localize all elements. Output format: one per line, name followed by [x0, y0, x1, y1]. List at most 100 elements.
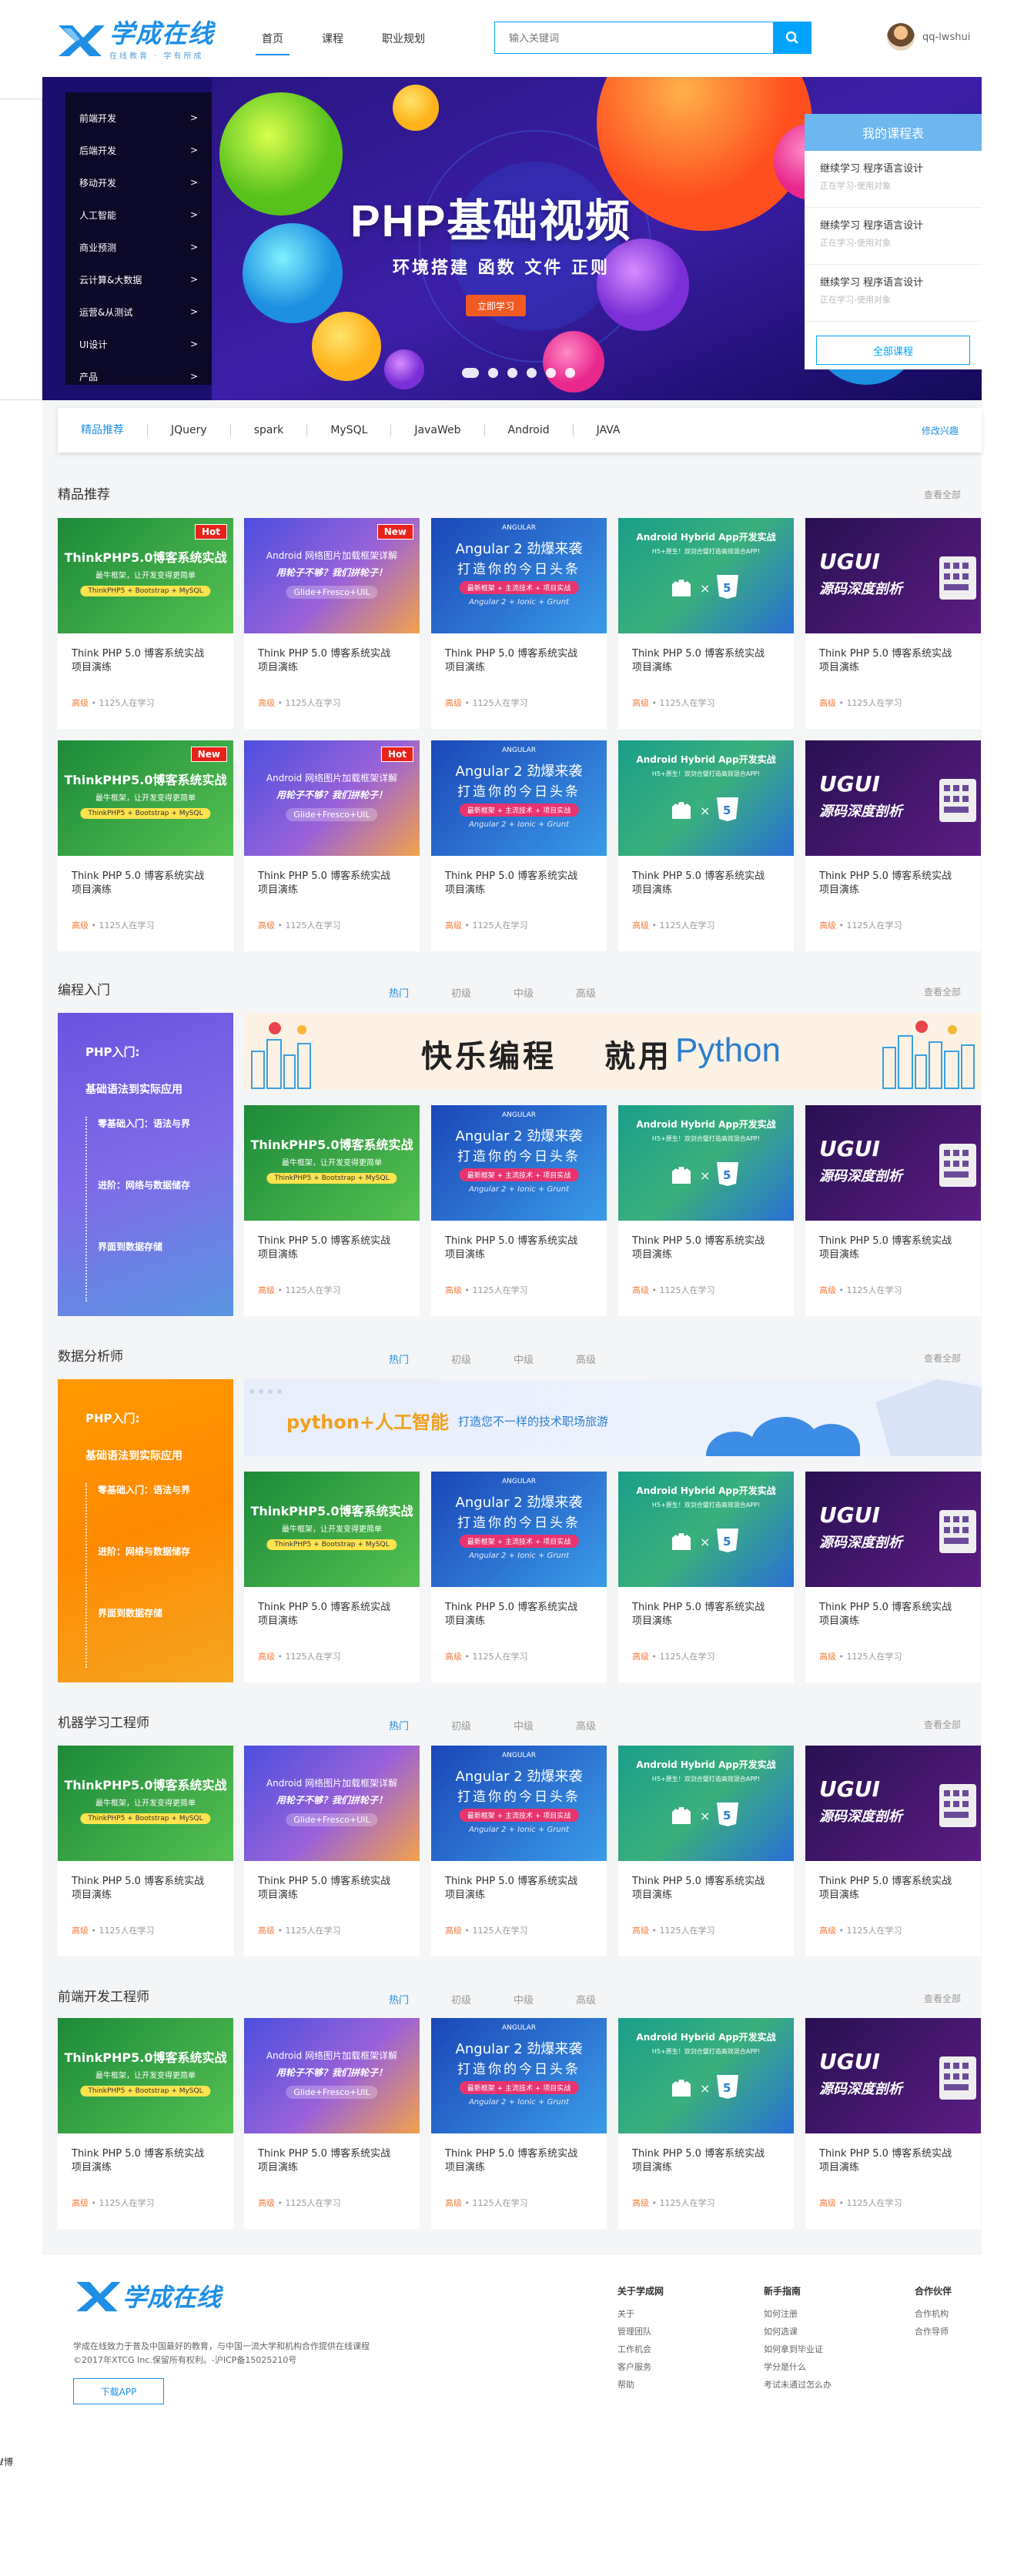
view-all-link[interactable]: 查看全部: [924, 1351, 961, 1365]
carousel-dot[interactable]: [462, 368, 479, 378]
course-card[interactable]: ThinkPHP5.0博客系统实战 最牛框架，让开发变得更简单 ThinkPHP5 …: [58, 1746, 233, 1956]
footer-link[interactable]: 合作导师: [915, 2323, 952, 2340]
promo-card-programming[interactable]: PHP入门: 基础语法到实际应用 零基础入门：语法与界 进阶：网络与数据储存 界…: [58, 1013, 233, 1316]
side-menu-item[interactable]: 前端开发 >: [65, 102, 212, 134]
side-menu-item[interactable]: 云计算&大数据 >: [65, 263, 212, 296]
course-card[interactable]: Android Hybrid App开发实战 H5+原生！双剑合璧打造高效混合AP…: [618, 2018, 794, 2229]
footer-link[interactable]: 如何注册: [764, 2305, 832, 2323]
tab-mysql[interactable]: MySQL: [306, 424, 390, 436]
promo-card-data-analyst[interactable]: PHP入门: 基础语法到实际应用 零基础入门：语法与界 进阶：网络与数据储存 界…: [58, 1379, 233, 1682]
course-card[interactable]: Android Hybrid App开发实战 H5+原生！双剑合璧打造高效混合AP…: [618, 740, 794, 951]
course-card[interactable]: ThinkPHP5.0博客系统实战 最牛框架，让开发变得更简单 ThinkPHP5 …: [58, 2018, 233, 2229]
carousel-dot[interactable]: [565, 368, 575, 378]
tab-intermediate[interactable]: 中级: [514, 1351, 534, 1366]
view-all-link[interactable]: 查看全部: [924, 1992, 961, 2005]
banner-learn-button[interactable]: 立即学习: [466, 295, 526, 316]
course-card[interactable]: UGUI 源码深度剖析 Think PHP 5.0 博客系统实战 项目演练 高级 •…: [805, 1105, 981, 1316]
side-menu-item[interactable]: 商业预测 >: [65, 231, 212, 263]
carousel-dot[interactable]: [488, 368, 498, 378]
tab-jquery[interactable]: JQuery: [147, 424, 230, 436]
tab-android[interactable]: Android: [484, 424, 573, 436]
course-card[interactable]: Android 网络图片加载框架详解 用轮子不够？我们拼轮子！ Glide+Fres…: [244, 2018, 420, 2229]
side-menu-item[interactable]: UI设计 >: [65, 328, 212, 360]
course-card[interactable]: UGUI 源码深度剖析 Think PHP 5.0 博客系统实战 项目演练 高级 •…: [805, 1746, 981, 1956]
footer-link[interactable]: 管理团队: [617, 2323, 664, 2340]
footer-link[interactable]: 帮助: [617, 2376, 664, 2394]
tab-hot[interactable]: 热门: [389, 1351, 409, 1366]
course-card[interactable]: Android 网络图片加载框架详解 用轮子不够？我们拼轮子！ Glide+Fres…: [244, 1746, 420, 1956]
nav-courses[interactable]: 课程: [322, 22, 343, 55]
tab-beginner[interactable]: 初级: [451, 1351, 471, 1366]
my-course-item[interactable]: 继续学习 程序语言设计 正在学习-使用对象: [805, 265, 982, 322]
course-card[interactable]: Android Hybrid App开发实战 H5+原生！双剑合璧打造高效混合AP…: [618, 1105, 794, 1316]
course-card[interactable]: Android 网络图片加载框架详解 用轮子不够？我们拼轮子！ Glide+Fres…: [244, 740, 420, 951]
footer-link[interactable]: 客户服务: [617, 2358, 664, 2376]
all-courses-button[interactable]: 全部课程: [816, 336, 970, 365]
course-card[interactable]: ANGULAR Angular 2 劲爆来袭 打造你的今日头条 最新框架 + 主流技术…: [431, 2018, 607, 2229]
course-card[interactable]: UGUI 源码深度剖析 Think PHP 5.0 博客系统实战 项目演练 高级 •…: [805, 740, 981, 951]
footer-link[interactable]: 关于: [617, 2305, 664, 2323]
edit-interests-link[interactable]: 修改兴趣: [922, 424, 959, 437]
tab-beginner[interactable]: 初级: [451, 985, 471, 1000]
tab-advanced[interactable]: 高级: [576, 1351, 596, 1366]
carousel-dot[interactable]: [527, 368, 537, 378]
course-card[interactable]: Android 网络图片加载框架详解 用轮子不够？我们拼轮子！ Glide+Fres…: [244, 518, 420, 729]
side-menu-item[interactable]: 移动开发 >: [65, 166, 212, 199]
tab-intermediate[interactable]: 中级: [514, 1718, 534, 1732]
user-menu[interactable]: qq-lwshui: [887, 23, 970, 51]
nav-career[interactable]: 职业规划: [382, 22, 425, 55]
course-card[interactable]: ANGULAR Angular 2 劲爆来袭 打造你的今日头条 最新框架 + 主流技术…: [431, 740, 607, 951]
tab-hot[interactable]: 热门: [389, 985, 409, 1000]
course-card[interactable]: UGUI 源码深度剖析 Think PHP 5.0 博客系统实战 项目演练 高级 •…: [805, 2018, 981, 2229]
view-all-link[interactable]: 查看全部: [924, 985, 961, 998]
tab-advanced[interactable]: 高级: [576, 1718, 596, 1732]
course-card[interactable]: UGUI 源码深度剖析 Think PHP 5.0 博客系统实战 项目演练 高级 •…: [805, 518, 981, 729]
course-card[interactable]: ANGULAR Angular 2 劲爆来袭 打造你的今日头条 最新框架 + 主流技术…: [431, 1472, 607, 1682]
my-course-item[interactable]: 继续学习 程序语言设计 正在学习-使用对象: [805, 208, 982, 265]
view-all-link[interactable]: 查看全部: [924, 488, 961, 501]
course-card[interactable]: Android Hybrid App开发实战 H5+原生！双剑合璧打造高效混合AP…: [618, 1746, 794, 1956]
tab-beginner[interactable]: 初级: [451, 1718, 471, 1732]
footer-link[interactable]: 学分是什么: [764, 2358, 832, 2376]
tab-intermediate[interactable]: 中级: [514, 985, 534, 1000]
view-all-link[interactable]: 查看全部: [924, 1718, 961, 1731]
side-menu-item[interactable]: 运营&从测试 >: [65, 296, 212, 328]
tab-intermediate[interactable]: 中级: [514, 1992, 534, 2006]
side-menu-item[interactable]: 后端开发 >: [65, 134, 212, 166]
search-button[interactable]: [773, 22, 812, 54]
course-card[interactable]: Android Hybrid App开发实战 H5+原生！双剑合璧打造高效混合AP…: [618, 518, 794, 729]
course-card[interactable]: ThinkPHP5.0博客系统实战 最牛框架，让开发变得更简单 ThinkPHP5 …: [58, 740, 233, 951]
tab-hot[interactable]: 热门: [389, 1992, 409, 2006]
course-card[interactable]: ThinkPHP5.0博客系统实战 最牛框架，让开发变得更简单 ThinkPHP5 …: [244, 1472, 420, 1682]
username[interactable]: qq-lwshui: [922, 32, 970, 43]
tab-hot[interactable]: 热门: [389, 1718, 409, 1732]
carousel-dot[interactable]: [546, 368, 556, 378]
logo[interactable]: 学成在线 在线教育 · 学有所成: [55, 18, 225, 62]
footer-link[interactable]: 合作机构: [915, 2305, 952, 2323]
course-card[interactable]: ThinkPHP5.0博客系统实战 最牛框架，让开发变得更简单 ThinkPHP5 …: [244, 1105, 420, 1316]
course-card[interactable]: ANGULAR Angular 2 劲爆来袭 打造你的今日头条 最新框架 + 主流技术…: [431, 518, 607, 729]
tab-spark[interactable]: spark: [229, 424, 307, 436]
tab-advanced[interactable]: 高级: [576, 985, 596, 1000]
course-card[interactable]: ANGULAR Angular 2 劲爆来袭 打造你的今日头条 最新框架 + 主流技术…: [431, 1746, 607, 1956]
footer-logo[interactable]: 学成在线: [73, 2278, 221, 2314]
course-card[interactable]: ANGULAR Angular 2 劲爆来袭 打造你的今日头条 最新框架 + 主流技术…: [431, 1105, 607, 1316]
footer-link[interactable]: 工作机会: [617, 2340, 664, 2358]
download-app-button[interactable]: 下载APP: [73, 2378, 164, 2404]
avatar[interactable]: [887, 23, 915, 51]
side-menu-item[interactable]: 人工智能 >: [65, 199, 212, 231]
ai-promo-banner[interactable]: python+人工智能 打造您不一样的技术职场旅游: [244, 1379, 982, 1456]
course-card[interactable]: UGUI 源码深度剖析 Think PHP 5.0 博客系统实战 项目演练 高级 •…: [805, 1472, 981, 1682]
footer-link[interactable]: 考试未通过怎么办: [764, 2376, 832, 2394]
tab-beginner[interactable]: 初级: [451, 1992, 471, 2006]
footer-link[interactable]: 如何拿到毕业证: [764, 2340, 832, 2358]
search-input[interactable]: [494, 22, 773, 54]
tab-java[interactable]: JAVA: [572, 424, 644, 436]
python-promo-banner[interactable]: 快乐编程 就用 Python: [244, 1013, 982, 1090]
course-card[interactable]: ThinkPHP5.0博客系统实战 最牛框架，让开发变得更简单 ThinkPHP5 …: [58, 518, 233, 729]
tab-featured[interactable]: 精品推荐: [81, 424, 147, 436]
course-card[interactable]: Android Hybrid App开发实战 H5+原生！双剑合璧打造高效混合AP…: [618, 1472, 794, 1682]
tab-advanced[interactable]: 高级: [576, 1992, 596, 2006]
footer-link[interactable]: 如何选课: [764, 2323, 832, 2340]
my-course-item[interactable]: 继续学习 程序语言设计 正在学习-使用对象: [805, 151, 982, 208]
